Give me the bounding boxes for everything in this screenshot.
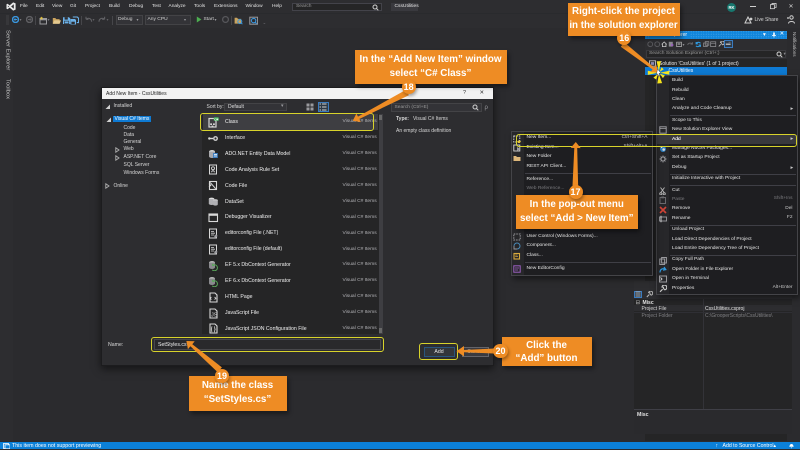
svg-text:JS: JS (211, 312, 218, 318)
